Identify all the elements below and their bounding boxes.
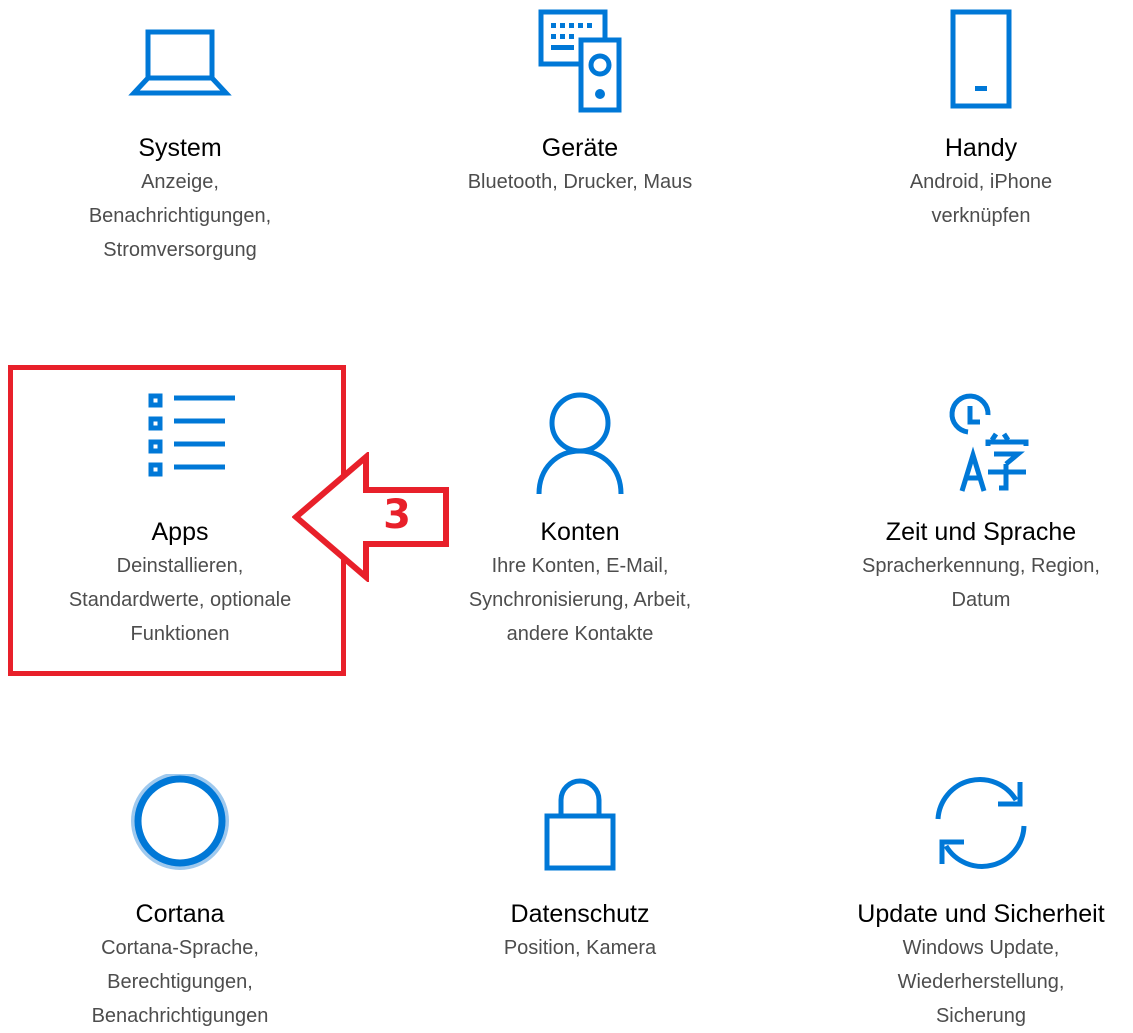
tile-title: Apps (151, 518, 209, 546)
lock-icon (525, 774, 635, 884)
tile-description-line: Standardwerte, optionale (68, 589, 292, 611)
tile-system[interactable]: System Anzeige, Benachrichtigungen, Stro… (15, 8, 345, 267)
tile-description-line: andere Kontakte (506, 623, 654, 645)
phone-icon (926, 8, 1036, 118)
tile-description-line: Anzeige, (141, 171, 219, 193)
laptop-icon (125, 8, 235, 118)
tile-title: Cortana (135, 900, 225, 928)
tile-title: Datenschutz (510, 900, 650, 928)
tile-description-line: Position, Kamera (503, 937, 657, 959)
apps-list-icon (125, 392, 235, 502)
tile-privacy[interactable]: Datenschutz Position, Kamera (415, 774, 745, 965)
tile-phone[interactable]: Handy Android, iPhone verknüpfen (816, 8, 1133, 233)
tile-title: Geräte (541, 134, 619, 162)
tile-description-line: verknüpfen (931, 205, 1031, 227)
tile-description-line: Stromversorgung (103, 239, 257, 261)
tile-description-line: Synchronisierung, Arbeit, (468, 589, 692, 611)
tile-cortana[interactable]: Cortana Cortana-Sprache, Berechtigungen,… (15, 774, 345, 1033)
person-icon (525, 392, 635, 502)
sync-icon (926, 774, 1036, 884)
tile-description-line: Ihre Konten, E-Mail, (491, 555, 669, 577)
tile-description-line: Benachrichtigungen (91, 1005, 269, 1027)
time-language-icon (926, 392, 1036, 502)
tile-description-line: Android, iPhone (909, 171, 1053, 193)
tile-description-line: Berechtigungen, (107, 971, 253, 993)
tile-time-language[interactable]: Zeit und Sprache Spracherkennung, Region… (816, 392, 1133, 617)
tile-description-line: Datum (951, 589, 1011, 611)
tile-title: System (138, 134, 222, 162)
tile-title: Handy (944, 134, 1018, 162)
tile-apps[interactable]: Apps Deinstallieren, Standardwerte, opti… (15, 392, 345, 651)
tile-devices[interactable]: Geräte Bluetooth, Drucker, Maus (415, 8, 745, 199)
tile-description-line: Cortana-Sprache, (101, 937, 259, 959)
tile-title: Zeit und Sprache (885, 518, 1077, 546)
tile-description-line: Benachrichtigungen, (88, 205, 272, 227)
tile-description-line: Windows Update, (902, 937, 1060, 959)
tile-title: Konten (540, 518, 620, 546)
tile-description-line: Sicherung (935, 1005, 1027, 1027)
cortana-icon (125, 774, 235, 884)
tile-update-security[interactable]: Update und Sicherheit Windows Update, Wi… (816, 774, 1133, 1033)
tile-title: Update und Sicherheit (857, 900, 1105, 928)
tile-description-line: Spracherkennung, Region, (862, 555, 1100, 577)
tile-description-line: Funktionen (130, 623, 230, 645)
devices-icon (525, 8, 635, 118)
tile-description-line: Bluetooth, Drucker, Maus (467, 171, 693, 193)
tile-accounts[interactable]: Konten Ihre Konten, E-Mail, Synchronisie… (415, 392, 745, 651)
tile-description-line: Wiederherstellung, (897, 971, 1065, 993)
tile-description-line: Deinstallieren, (116, 555, 244, 577)
